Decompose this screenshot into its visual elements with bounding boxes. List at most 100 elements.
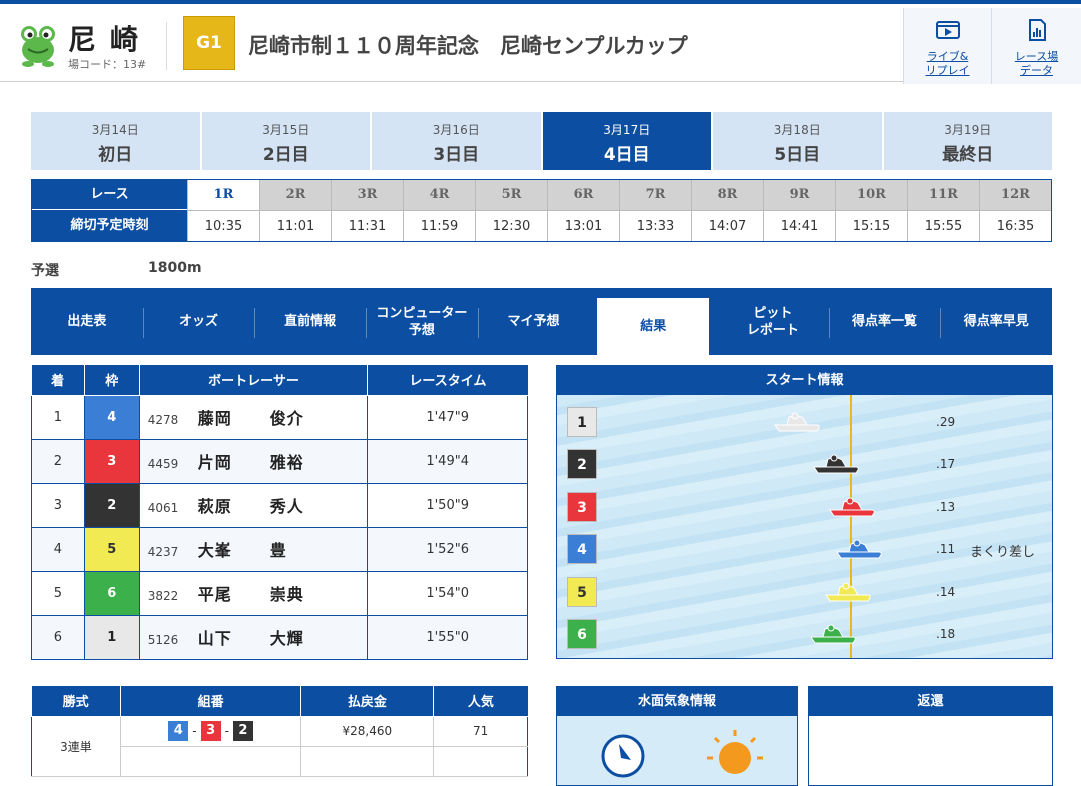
start-info-panel: スタート情報 1.29 2.17 3.13 4.11 まくり差し 5.14 6.18 (556, 365, 1053, 659)
refund-title: 返還 (809, 687, 1052, 716)
venue-data-button[interactable]: レース場 データ (991, 8, 1081, 84)
venue-name: 尼崎 (68, 23, 153, 56)
start-row: 2.17 (557, 449, 1052, 480)
place: 3 (31, 482, 85, 528)
racer-given-name: 雅裕 (269, 453, 304, 472)
racer-name-link[interactable]: 藤岡 俊介 (198, 409, 304, 428)
race-tab-3[interactable]: 3R (331, 180, 403, 210)
racer-given-name: 秀人 (269, 497, 304, 516)
venue-data-label-1: レース場 (1014, 50, 1059, 63)
race-tab-8[interactable]: 8R (691, 180, 763, 210)
tab-label: 得点率一覧 (852, 314, 918, 329)
racer-name-link[interactable]: 萩原 秀人 (198, 497, 304, 516)
combo-cell: 4- 3- 2 (119, 715, 302, 747)
frame-number: 4 (83, 394, 140, 440)
day-tab-4[interactable]: 3月17日 4日目 (542, 112, 711, 170)
tab-2[interactable]: オッズ (142, 288, 255, 355)
place: 4 (31, 526, 85, 572)
tab-label: 得点率早見 (963, 314, 1029, 329)
race-tab-2[interactable]: 2R (259, 180, 331, 210)
racer-cell: 4459 片岡 雅裕 (138, 438, 369, 484)
race-tab-6[interactable]: 6R (547, 180, 619, 210)
racer-family-name: 大峯 (197, 541, 232, 560)
race-tab-1[interactable]: 1R (187, 180, 259, 210)
frame-number: 3 (83, 438, 140, 484)
result-row: 2 3 4459 片岡 雅裕 1'49"4 (31, 438, 528, 484)
race-tab-4[interactable]: 4R (403, 180, 475, 210)
start-timing: .18 (936, 627, 956, 641)
racer-name-link[interactable]: 片岡 雅裕 (198, 453, 304, 472)
frame-number: 6 (83, 570, 140, 616)
tab-5[interactable]: マイ予想 (477, 288, 590, 355)
weather-title: 水面気象情報 (557, 687, 797, 716)
lane-number: 2 (567, 449, 597, 480)
racer-cell: 4278 藤岡 俊介 (138, 394, 369, 440)
day-date: 3月14日 (91, 123, 139, 137)
racer-name-link[interactable]: 大峯 豊 (198, 541, 287, 560)
winning-technique: まくり差し (970, 545, 1036, 561)
tab-1[interactable]: 出走表 (31, 288, 143, 355)
race-distance: 1800m (148, 260, 202, 276)
video-play-icon (935, 21, 960, 39)
tab-6[interactable]: 結果 (597, 298, 710, 355)
race-tab-7[interactable]: 7R (619, 180, 691, 210)
start-row: 1.29 (557, 407, 1052, 437)
venue-data-label-2: データ (1020, 64, 1053, 77)
race-type: 予選 (31, 263, 59, 279)
day-tab-3[interactable]: 3月16日 3日目 (372, 112, 541, 170)
tab-7[interactable]: ピット レポート (717, 288, 829, 355)
racer-cell: 5126 山下 大輝 (138, 614, 369, 660)
day-tab-1[interactable]: 3月14日初日 (31, 112, 200, 170)
day-tab-6[interactable]: 3月19日 最終日 (883, 112, 1052, 170)
day-date: 3月17日 (603, 123, 651, 137)
place: 2 (31, 438, 85, 484)
tab-8[interactable]: 得点率一覧 (828, 288, 941, 355)
deadline-time: 14:41 (763, 210, 835, 241)
day-date: 3月19日 (944, 123, 992, 137)
race-tab-10[interactable]: 10R (835, 180, 907, 210)
document-chart-icon (1028, 19, 1046, 41)
tab-9[interactable]: 得点率早見 (940, 288, 1052, 355)
deadline-time: 10:35 (187, 210, 259, 241)
live-replay-button[interactable]: ライブ& リプレイ (903, 8, 991, 84)
race-tab-11[interactable]: 11R (907, 180, 979, 210)
tab-4[interactable]: コンピューター 予想 (366, 288, 478, 355)
racer-name-link[interactable]: 山下 大輝 (198, 629, 304, 648)
empty-cell (300, 745, 435, 777)
page-header: 尼崎 場コード：13# G1 尼崎市制１１０周年記念 尼崎センプルカップ ライブ… (0, 4, 1081, 84)
racer-family-name: 萩原 (197, 497, 232, 516)
start-timing: .17 (936, 457, 956, 472)
start-timing: .11 (936, 542, 956, 557)
tab-label: マイ予想 (507, 314, 560, 329)
race-time: 1'49"4 (367, 438, 528, 484)
day-tab-5[interactable]: 3月18日 5日目 (713, 112, 882, 170)
place: 6 (31, 614, 85, 660)
racer-reg-number: 4278 (147, 413, 179, 427)
day-tab-2[interactable]: 3月15日 2日目 (201, 112, 370, 170)
live-replay-label-1: ライブ& (926, 50, 969, 63)
racer-cell: 4061 萩原 秀人 (138, 482, 369, 528)
result-row: 3 2 4061 萩原 秀人 1'50"9 (31, 482, 528, 528)
racer-name-link[interactable]: 平尾 崇典 (198, 585, 304, 604)
deadline-time: 13:01 (547, 210, 619, 241)
day-name: 初日 (98, 145, 133, 165)
tab-label: 結果 (640, 319, 667, 334)
racer-family-name: 片岡 (197, 453, 232, 472)
start-info-title: スタート情報 (557, 366, 1052, 395)
payout-amount: ¥28,460 (300, 715, 435, 747)
start-row: 4 .11 まくり差し (557, 534, 1052, 565)
boat-icon (813, 454, 860, 474)
lane-number: 6 (567, 619, 597, 649)
day-name: 3日目 (433, 145, 480, 165)
combo: 4- 3- 2 (168, 721, 253, 741)
empty-cell (433, 745, 528, 777)
race-tab-12[interactable]: 12R (979, 180, 1051, 210)
racer-reg-number: 5126 (147, 633, 179, 647)
col-popularity: 人気 (433, 686, 528, 717)
header-divider (166, 22, 167, 70)
race-tab-9[interactable]: 9R (763, 180, 835, 210)
day-name: 5日目 (774, 145, 821, 165)
result-row: 6 1 5126 山下 大輝 1'55"0 (31, 614, 528, 660)
tab-3[interactable]: 直前情報 (254, 288, 366, 355)
race-tab-5[interactable]: 5R (475, 180, 547, 210)
